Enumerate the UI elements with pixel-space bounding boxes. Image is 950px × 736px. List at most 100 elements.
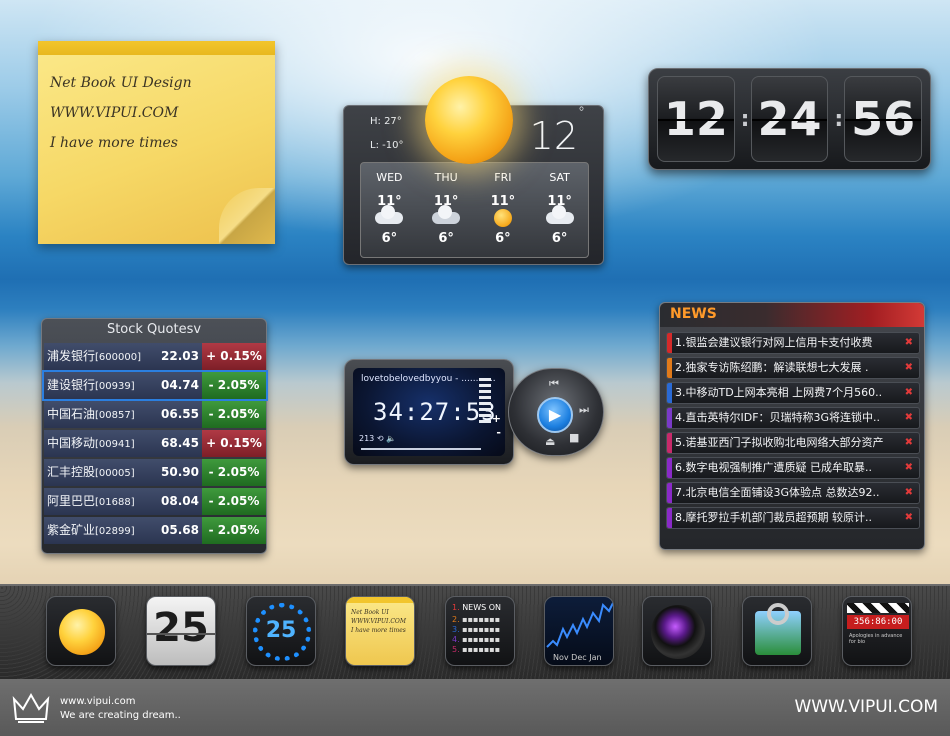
player-control-dial[interactable]: ⏮ ⏭ ⏏ ■ ▶ (508, 368, 604, 456)
sun-icon (425, 76, 513, 164)
stock-name: 浦发银行[600000] (44, 343, 154, 370)
stock-price: 22.03 (154, 343, 202, 370)
note-dock-icon[interactable]: Net Book UI WWW.VIPUI.COM I have more ti… (345, 596, 415, 666)
close-icon[interactable]: ✖ (905, 508, 913, 528)
news-item[interactable]: 2.独家专访陈绍鹏：解读联想七大发展 . ✖ (666, 357, 920, 379)
footer-brand[interactable]: WWW.VIPUI.COM (794, 697, 938, 717)
news-item[interactable]: 3.中移动TD上网本亮相 上网费7个月560.. ✖ (666, 382, 920, 404)
stop-icon[interactable]: ■ (569, 431, 579, 444)
close-icon[interactable]: ✖ (905, 483, 913, 503)
close-icon[interactable]: ✖ (905, 458, 913, 478)
stock-change: - 2.05% (202, 488, 266, 515)
calendar-day: 25 (153, 605, 209, 651)
day-name: WED (376, 171, 403, 184)
stock-change: - 2.05% (202, 517, 266, 544)
forecast-day: THU 11° 6° (418, 163, 475, 257)
note-text: WWW.VIPUI.COM (351, 618, 406, 625)
clock-seconds: 56 (844, 76, 923, 162)
stock-row[interactable]: 紫金矿业[02899] 05.68 - 2.05% (44, 517, 266, 544)
stock-chart-dock-icon[interactable]: Nov Dec Jan (544, 596, 614, 666)
day-high: 11° (490, 194, 516, 209)
eject-icon[interactable]: ⏏ (545, 435, 555, 448)
stock-price: 06.55 (154, 401, 202, 428)
stock-change: - 2.05% (202, 459, 266, 486)
rain-icon (418, 205, 475, 231)
news-item[interactable]: 7.北京电信全面铺设3G体验点 总数达92.. ✖ (666, 482, 920, 504)
stock-change: - 2.05% (202, 372, 266, 399)
day-name: FRI (494, 171, 512, 184)
close-icon[interactable]: ✖ (905, 333, 913, 353)
note-line-3: I have more times (50, 135, 178, 151)
preview-dock-icon[interactable] (742, 596, 812, 666)
volume-up-button[interactable]: + (492, 412, 501, 425)
note-line-2: WWW.VIPUI.COM (50, 105, 179, 121)
forecast-panel: WED 11° 6° THU 11° 6° FRI 11° 6° SAT 11°… (360, 162, 589, 258)
low-temp: L: -10° (370, 140, 404, 151)
next-track-icon[interactable]: ⏭ (579, 403, 589, 417)
clock-hours: 12 (657, 76, 735, 162)
stock-price: 05.68 (154, 517, 202, 544)
news-dock-icon[interactable]: 1. NEWS ON 2. ▪▪▪▪▪▪▪ 3. ▪▪▪▪▪▪▪ 4. ▪▪▪▪▪▪… (445, 596, 515, 666)
stock-row[interactable]: 汇丰控股[00005] 50.90 - 2.05% (44, 459, 266, 486)
chart-months: Nov Dec Jan (553, 653, 602, 662)
media-player-widget[interactable]: lovetobelovedbyyou - ............ 34:27:… (344, 359, 514, 465)
news-title: NEWS (670, 306, 717, 322)
stock-row[interactable]: 中国石油[00857] 06.55 - 2.05% (44, 401, 266, 428)
day-low: 6° (551, 231, 568, 246)
prev-track-icon[interactable]: ⏮ (549, 377, 559, 391)
news-item[interactable]: 6.数字电视强制推广遭质疑 已成牟取暴.. ✖ (666, 457, 920, 479)
clapper-dock-icon[interactable]: 356:86:00 Apologies in advance for bio (842, 596, 912, 666)
stock-quotes-widget[interactable]: Stock Quotesv 浦发银行[600000] 22.03 + 0.15%… (41, 318, 268, 554)
volume-readout[interactable]: 213 ⟲ 🔈 (359, 434, 396, 443)
stock-change: + 0.15% (202, 430, 266, 457)
close-icon[interactable]: ✖ (905, 408, 913, 428)
progress-bar[interactable] (361, 448, 481, 450)
news-item[interactable]: 8.摩托罗拉手机部门裁员超预期 较原计.. ✖ (666, 507, 920, 529)
stock-price: 04.74 (154, 372, 202, 399)
calendar-split (147, 633, 215, 635)
stock-row[interactable]: 中国移动[00941] 68.45 + 0.15% (44, 430, 266, 457)
clapper-counter: 356:86:00 (847, 615, 909, 629)
flip-clock-widget[interactable]: 12 : 24 : 56 (648, 68, 931, 170)
stock-name: 中国移动[00941] (44, 430, 154, 457)
forecast-day: WED 11° 6° (361, 163, 418, 257)
stock-name: 紫金矿业[02899] (44, 517, 154, 544)
day-low: 6° (381, 231, 398, 246)
day-low: 6° (495, 231, 511, 246)
camera-dock-icon[interactable] (642, 596, 712, 666)
calendar-dock-icon[interactable]: 25 (146, 596, 216, 666)
play-button[interactable]: ▶ (537, 397, 573, 433)
widget-dock: 25 25 Net Book UI WWW.VIPUI.COM I have m… (0, 584, 950, 679)
stock-row[interactable]: 建设银行[00939] 04.74 - 2.05% (42, 370, 268, 401)
cloudy-icon (531, 205, 588, 231)
news-item[interactable]: 4.直击英特尔IDF：贝瑞特称3G将连锁中.. ✖ (666, 407, 920, 429)
stock-quotes-title: Stock Quotesv (106, 322, 202, 337)
sticky-note-widget[interactable]: Net Book UI Design WWW.VIPUI.COM I have … (38, 41, 275, 244)
timer-dock-icon[interactable]: 25 (246, 596, 316, 666)
close-icon[interactable]: ✖ (905, 383, 913, 403)
footer-url[interactable]: www.vipui.com (60, 696, 136, 707)
cloudy-icon (361, 205, 418, 231)
song-title: lovetobelovedbyyou - ............ (361, 374, 496, 384)
magnifier-icon (767, 603, 789, 625)
stock-change: - 2.05% (202, 401, 266, 428)
news-list-icon: 2. ▪▪▪▪▪▪▪ 3. ▪▪▪▪▪▪▪ 4. ▪▪▪▪▪▪▪ 5. ▪▪▪▪▪▪▪ (452, 615, 501, 654)
sun-icon (475, 209, 532, 231)
volume-down-button[interactable]: - (496, 426, 501, 439)
news-widget[interactable]: NEWS 1.银监会建议银行对网上信用卡支付收费 ✖ 2.独家专访陈绍鹏：解读联想… (659, 302, 925, 550)
news-item[interactable]: 1.银监会建议银行对网上信用卡支付收费 ✖ (666, 332, 920, 354)
current-temp: 12° (529, 105, 585, 158)
footer-slogan: We are creating dream.. (60, 710, 181, 721)
player-screen: lovetobelovedbyyou - ............ 34:27:… (353, 368, 505, 456)
note-line-1: Net Book UI Design (50, 75, 192, 91)
sun-icon (59, 609, 105, 655)
weather-dock-icon[interactable] (46, 596, 116, 666)
news-item[interactable]: 5.诺基亚西门子拟收购北电网络大部分资产 ✖ (666, 432, 920, 454)
stock-row[interactable]: 阿里巴巴[01688] 08.04 - 2.05% (44, 488, 266, 515)
timer-value: 25 (265, 618, 297, 643)
stock-row[interactable]: 浦发银行[600000] 22.03 + 0.15% (44, 343, 266, 370)
close-icon[interactable]: ✖ (905, 433, 913, 453)
close-icon[interactable]: ✖ (905, 358, 913, 378)
news-on-label: 1. NEWS ON (452, 603, 502, 612)
volume-meter[interactable] (479, 378, 491, 424)
